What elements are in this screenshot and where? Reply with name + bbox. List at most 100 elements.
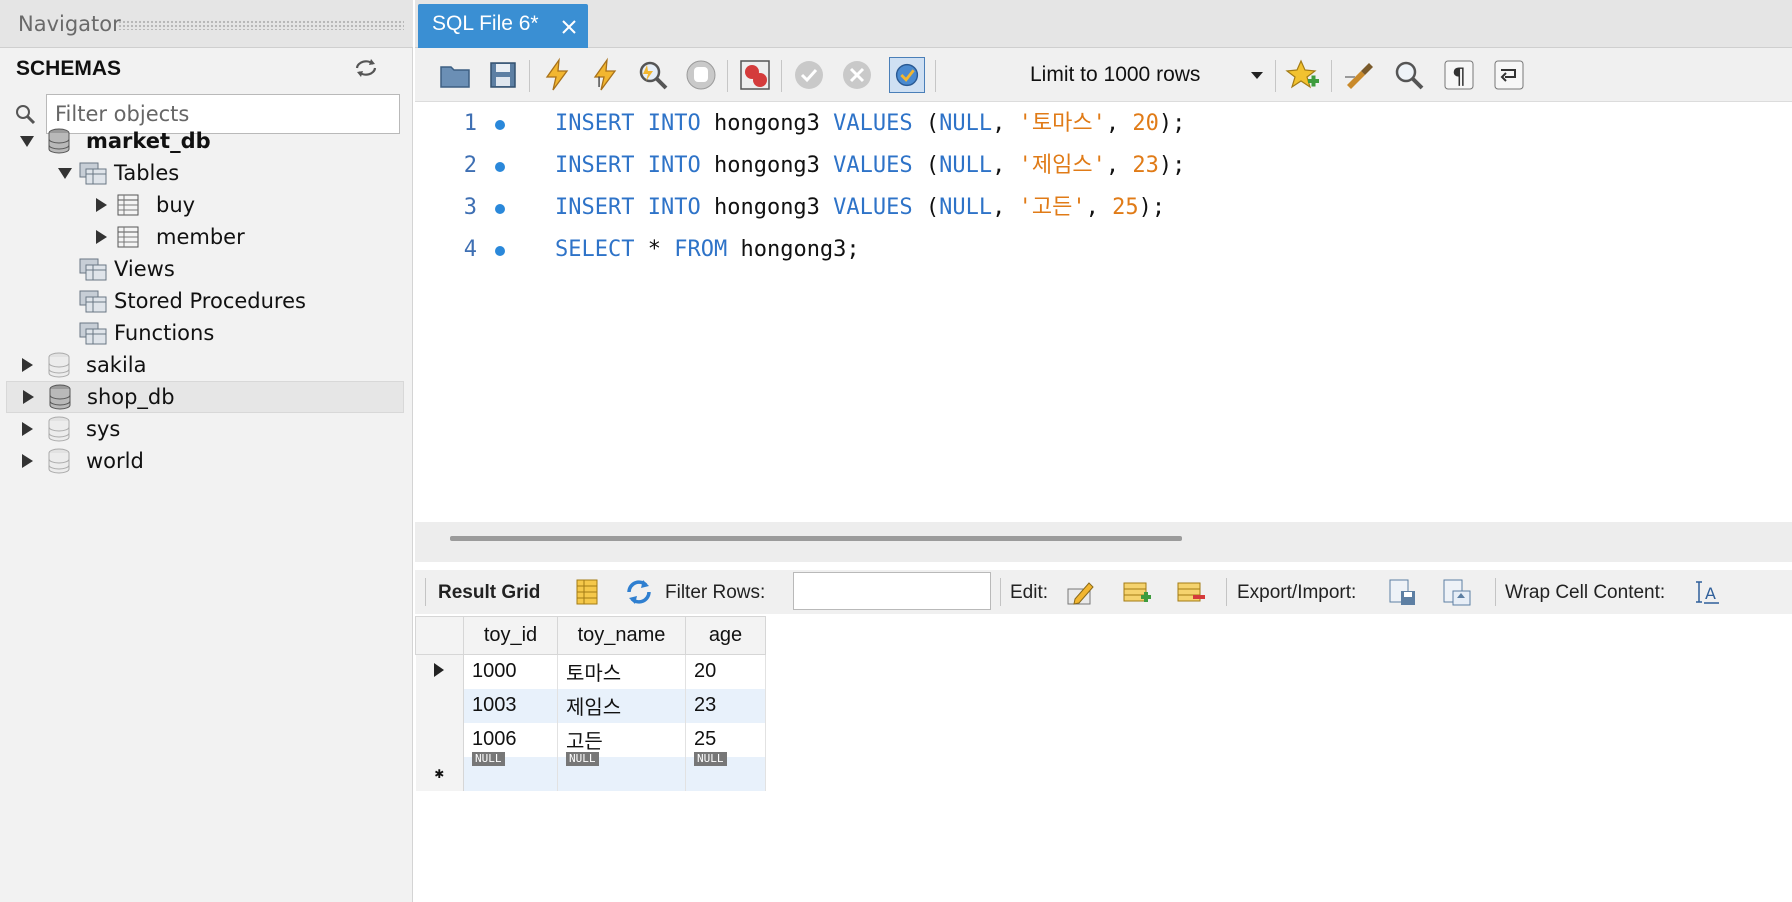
export-icon[interactable] (1387, 577, 1419, 607)
table-row-item[interactable]: buy (92, 189, 195, 221)
grid-cell[interactable]: NULL (685, 752, 766, 791)
code-line[interactable]: 4 SELECT * FROM hongong3; (415, 232, 1792, 268)
refresh-results-icon[interactable] (623, 577, 655, 607)
schema-folder-row[interactable]: Tables (56, 157, 179, 189)
expand-triangle-icon[interactable] (18, 356, 36, 374)
null-badge: NULL (566, 752, 599, 766)
expand-triangle-icon[interactable] (18, 420, 36, 438)
schema-row[interactable]: sys (6, 413, 120, 445)
execute-icon[interactable] (539, 57, 575, 93)
grid-cell[interactable]: 제임스 (557, 688, 686, 723)
delete-row-icon[interactable] (1175, 577, 1207, 607)
wrap-cell-icon[interactable]: A (1693, 577, 1725, 607)
schema-row[interactable]: shop_db (6, 381, 404, 413)
add-snippet-star-icon[interactable] (1285, 57, 1321, 93)
collapse-triangle-icon[interactable] (56, 164, 74, 182)
table-row-item[interactable]: member (92, 221, 245, 253)
expand-triangle-icon[interactable] (92, 196, 110, 214)
expand-triangle-icon[interactable] (19, 388, 37, 406)
invisible-chars-icon[interactable]: ¶ (1441, 57, 1477, 93)
sql-editor[interactable]: 1 INSERT INTO hongong3 VALUES (NULL, '토마스… (415, 102, 1792, 522)
result-grid-tab[interactable]: Result Grid (438, 582, 540, 604)
schema-folder-row[interactable]: Views (56, 253, 175, 285)
limit-rows-select[interactable]: Limit to 1000 rows (1020, 56, 1260, 94)
code-token: INTO (647, 111, 701, 136)
code-token: , (992, 153, 1019, 178)
editor-tabbar: SQL File 6* (415, 0, 1792, 48)
limit-rows-label: Limit to 1000 rows (1030, 63, 1201, 86)
find-icon[interactable] (1391, 57, 1427, 93)
code-line[interactable]: 1 INSERT INTO hongong3 VALUES (NULL, '토마스… (415, 106, 1792, 142)
schema-name: sys (86, 417, 121, 441)
explain-icon[interactable] (635, 57, 671, 93)
edit-row-icon[interactable] (1065, 577, 1097, 607)
close-icon[interactable] (560, 18, 578, 36)
beautify-icon[interactable] (1341, 57, 1377, 93)
row-marker-header (415, 616, 464, 655)
row-marker[interactable] (415, 654, 464, 689)
panel-grip[interactable] (118, 20, 404, 30)
tab-sql-file[interactable]: SQL File 6* (418, 4, 588, 48)
open-folder-icon[interactable] (437, 57, 473, 93)
grid-cell[interactable]: 1003 (463, 688, 558, 723)
table-row[interactable]: 1003 제임스 23 (415, 688, 766, 723)
table-icon (117, 226, 139, 248)
code-line[interactable]: 2 INSERT INTO hongong3 VALUES (NULL, '제임스… (415, 148, 1792, 184)
code-text: SELECT * FROM hongong3; (555, 232, 860, 268)
grid-toggle-icon[interactable] (571, 577, 603, 607)
execute-current-icon[interactable]: I (587, 57, 623, 93)
stop-on-error-icon[interactable] (737, 57, 773, 93)
column-header[interactable]: age (685, 616, 766, 655)
chevron-down-icon[interactable] (1251, 72, 1263, 79)
grid-cell[interactable]: 20 (685, 654, 766, 689)
schema-row[interactable]: market_db (6, 125, 211, 157)
grid-cell[interactable]: 토마스 (557, 654, 686, 689)
result-toolbar: Result Grid Filter Rows: Edit: Export/Im… (415, 570, 1792, 614)
column-header[interactable]: toy_name (557, 616, 686, 655)
grid-body: 1000 토마스 20 1003 제임스 23 1006 고든 25 ✱ NULL NULL NULL (415, 654, 766, 791)
collapse-triangle-icon[interactable] (18, 132, 36, 150)
code-token: FROM (674, 237, 728, 262)
code-token: ); (1158, 153, 1186, 178)
schema-row[interactable]: sakila (6, 349, 147, 381)
schema-row[interactable]: world (6, 445, 144, 477)
schema-folder-row[interactable]: Stored Procedures (56, 285, 306, 317)
table-row[interactable]: 1000 토마스 20 (415, 654, 766, 689)
filter-rows-input[interactable] (793, 572, 991, 610)
row-marker[interactable] (415, 722, 464, 757)
refresh-icon[interactable] (352, 56, 380, 80)
code-token: ( (912, 111, 940, 136)
null-badge: NULL (694, 752, 727, 766)
stop-icon[interactable] (683, 57, 719, 93)
new-row[interactable]: ✱ NULL NULL NULL (415, 752, 766, 791)
row-marker[interactable] (415, 688, 464, 723)
grid-cell[interactable]: 23 (685, 688, 766, 723)
svg-text:¶: ¶ (1452, 65, 1466, 90)
database-icon (48, 448, 70, 474)
code-token: VALUES (833, 195, 913, 220)
import-icon[interactable] (1441, 577, 1473, 607)
schema-folder-row[interactable]: Functions (56, 317, 214, 349)
wrap-cell-label: Wrap Cell Content: (1505, 582, 1666, 603)
expand-triangle-icon[interactable] (18, 452, 36, 470)
code-line[interactable]: 3 INSERT INTO hongong3 VALUES (NULL, '고든'… (415, 190, 1792, 226)
statement-marker-icon (495, 246, 505, 256)
commit-icon[interactable] (791, 57, 827, 93)
sql-toolbar: I Limit to 1000 rows ¶ (415, 48, 1792, 102)
grid-cell[interactable]: NULL (463, 752, 558, 791)
code-token: * (634, 237, 675, 262)
rollback-icon[interactable] (839, 57, 875, 93)
save-icon[interactable] (485, 57, 521, 93)
column-header[interactable]: toy_id (463, 616, 558, 655)
wrap-lines-icon[interactable] (1491, 57, 1527, 93)
schema-name: world (86, 449, 144, 473)
autocommit-toggle-icon[interactable] (889, 57, 925, 93)
horizontal-scrollbar[interactable] (415, 522, 1792, 562)
insert-row-icon[interactable] (1121, 577, 1153, 607)
grid-cell[interactable]: NULL (557, 752, 686, 791)
expand-triangle-icon[interactable] (92, 228, 110, 246)
scrollbar-thumb[interactable] (450, 536, 1182, 541)
grid-cell[interactable]: 1000 (463, 654, 558, 689)
table-icon (117, 194, 139, 216)
